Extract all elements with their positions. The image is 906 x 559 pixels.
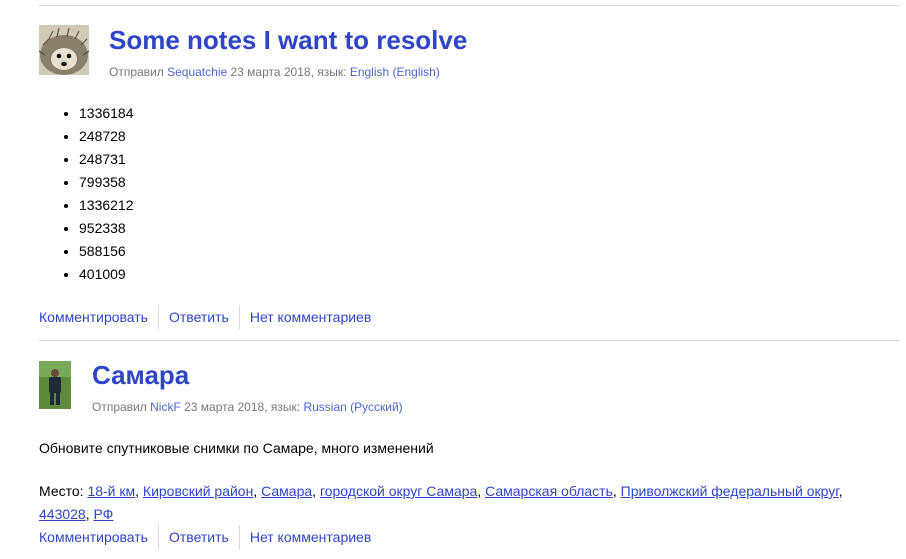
- comment-link[interactable]: Комментировать: [39, 525, 158, 549]
- list-item: 588156: [79, 240, 134, 263]
- place-link[interactable]: Самара: [261, 483, 312, 499]
- place-link[interactable]: РФ: [94, 506, 114, 522]
- meta-prefix: Отправил: [109, 65, 164, 79]
- reply-link[interactable]: Ответить: [159, 305, 239, 329]
- meta-date: 23 марта 2018, язык:: [230, 65, 347, 79]
- list-item: 799358: [79, 171, 134, 194]
- post-title[interactable]: Some notes I want to resolve: [109, 25, 467, 55]
- author-link[interactable]: NickF: [150, 400, 181, 414]
- place-link[interactable]: Приволжский федеральный округ: [621, 483, 839, 499]
- reply-link[interactable]: Ответить: [159, 525, 239, 549]
- list-item: 401009: [79, 263, 134, 286]
- list-item: 952338: [79, 217, 134, 240]
- place-link[interactable]: городской округ Самара: [320, 483, 477, 499]
- language-link[interactable]: English (English): [350, 65, 440, 79]
- place-link[interactable]: 18-й км: [87, 483, 135, 499]
- post-actions: Комментировать Ответить Нет комментариев: [39, 305, 381, 329]
- person-avatar-icon: [39, 361, 71, 409]
- list-item: 248731: [79, 148, 134, 171]
- post-meta: Отправил Sequatchie 23 марта 2018, язык:…: [109, 65, 440, 79]
- place-link[interactable]: Кировский район: [143, 483, 253, 499]
- notes-list: 1336184 248728 248731 799358 1336212 952…: [39, 102, 134, 286]
- post-avatar-person[interactable]: [39, 361, 71, 409]
- place-line: Место: 18-й км, Кировский район, Самара,…: [39, 483, 843, 522]
- post-body: Обновите спутниковые снимки по Самаре, м…: [39, 440, 434, 456]
- comments-count-link[interactable]: Нет комментариев: [240, 525, 381, 549]
- place-link[interactable]: 443028: [39, 506, 86, 522]
- list-item: 1336184: [79, 102, 134, 125]
- list-item: 248728: [79, 125, 134, 148]
- post-title[interactable]: Самара: [92, 360, 189, 390]
- place-link[interactable]: Самарская область: [485, 483, 613, 499]
- post-divider: [39, 340, 900, 341]
- list-item: 1336212: [79, 194, 134, 217]
- meta-prefix: Отправил: [92, 400, 147, 414]
- hedgehog-avatar-icon: [39, 25, 89, 75]
- meta-date: 23 марта 2018, язык:: [184, 400, 301, 414]
- language-link[interactable]: Russian (Русский): [303, 400, 402, 414]
- comments-count-link[interactable]: Нет комментариев: [240, 305, 381, 329]
- author-link[interactable]: Sequatchie: [167, 65, 227, 79]
- post-actions: Комментировать Ответить Нет комментариев: [39, 525, 381, 549]
- comment-link[interactable]: Комментировать: [39, 305, 158, 329]
- top-divider: [39, 5, 900, 6]
- place-label: Место:: [39, 483, 84, 499]
- post-meta: Отправил NickF 23 марта 2018, язык: Russ…: [92, 400, 403, 414]
- post-avatar-hedgehog[interactable]: [39, 25, 89, 75]
